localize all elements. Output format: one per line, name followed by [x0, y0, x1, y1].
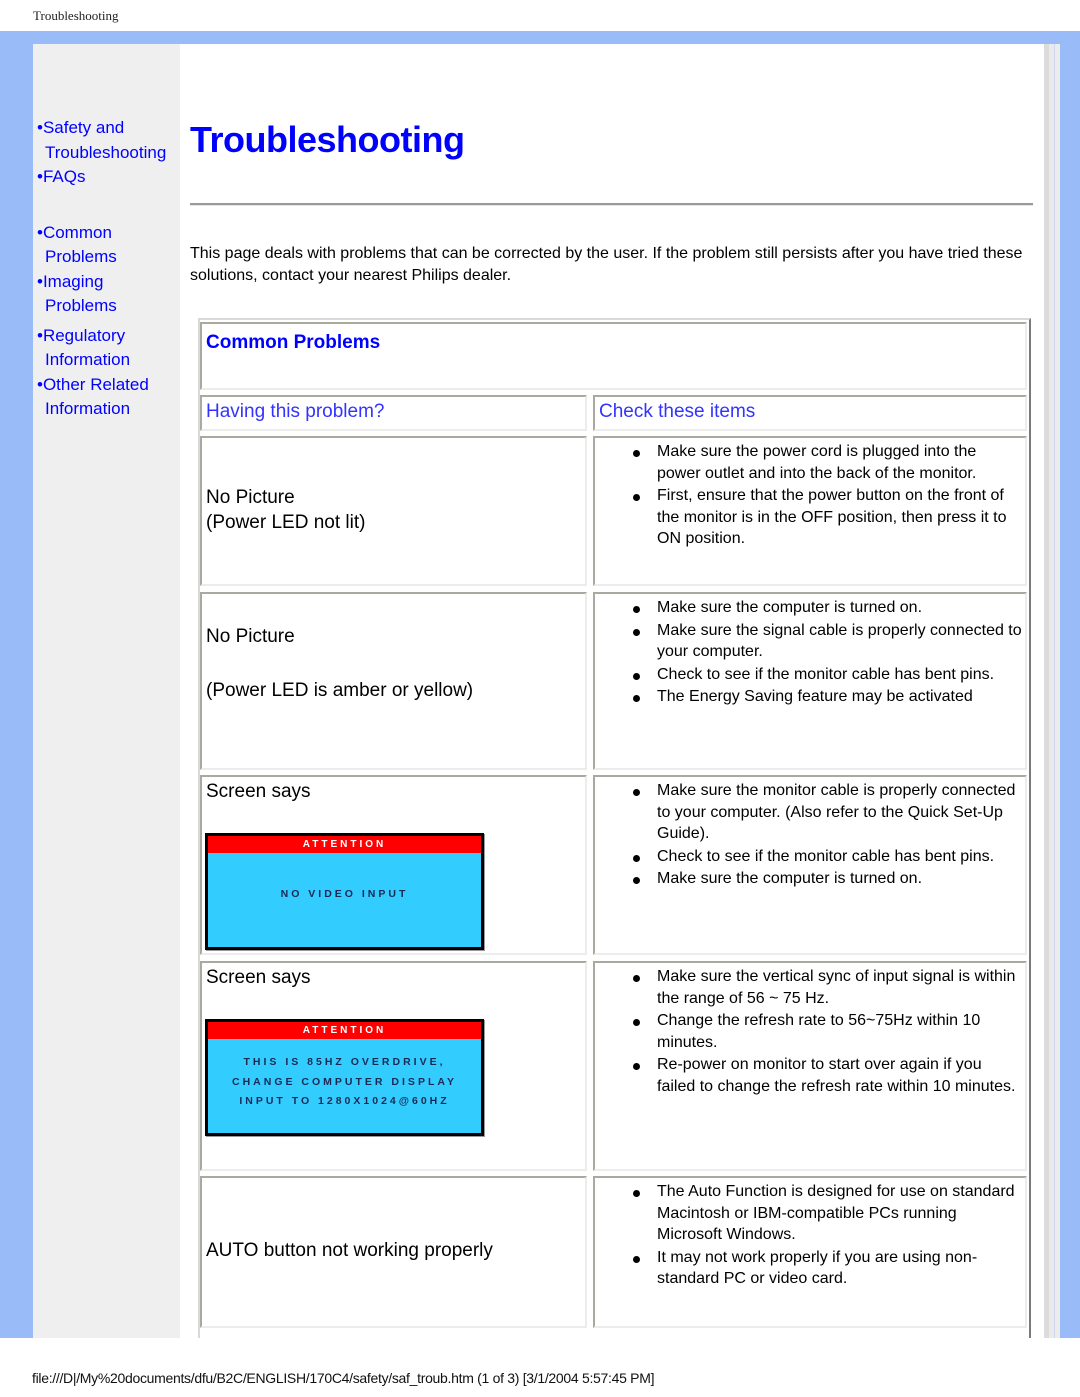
column-header-label: Having this problem?: [206, 401, 385, 422]
check-list: Make sure the monitor cable is properly …: [631, 780, 1023, 891]
check-item: The Auto Function is designed for use on…: [631, 1181, 1023, 1246]
nav-link-label-cont: Problems: [45, 247, 117, 266]
osd-message-image: ATTENTION NO VIDEO INPUT: [205, 833, 484, 950]
osd-message-line: INPUT TO 1280X1024@60HZ: [239, 1095, 450, 1107]
check-item: The Energy Saving feature may be activat…: [631, 686, 1023, 708]
check-item: Make sure the computer is turned on.: [631, 597, 1023, 619]
problem-line: (Power LED not lit): [206, 512, 366, 533]
osd-message-line: THIS IS 85HZ OVERDRIVE,: [243, 1056, 446, 1068]
problem-line: No Picture: [206, 487, 295, 508]
problem-cell: AUTO button not working properly: [200, 1176, 587, 1328]
problem-line-gap: [206, 649, 473, 678]
problem-line: Screen says: [206, 781, 311, 802]
osd-header: ATTENTION: [208, 1022, 481, 1039]
osd-message-line: CHANGE COMPUTER DISPLAY: [232, 1075, 457, 1088]
check-item: Make sure the signal cable is properly c…: [631, 620, 1023, 663]
check-item: Make sure the vertical sync of input sig…: [631, 966, 1023, 1009]
problem-line: (Power LED is amber or yellow): [206, 680, 474, 701]
nav-list: •Safety and Troubleshooting •FAQs •Commo…: [37, 116, 166, 427]
nav-link-label-cont: Information: [45, 350, 131, 369]
osd-body: NO VIDEO INPUT: [208, 853, 481, 905]
problem-cell: Screen says ATTENTION NO VIDEO INPUT: [200, 775, 587, 955]
nav-link-label: •Regulatory: [37, 325, 126, 345]
nav-group: •Common Problems •Imaging Problems: [37, 221, 166, 319]
section-title: Common Problems: [206, 332, 381, 353]
check-item: Make sure the monitor cable is properly …: [631, 780, 1023, 845]
check-cell: The Auto Function is designed for use on…: [593, 1176, 1027, 1328]
check-cell: Make sure the monitor cable is properly …: [593, 775, 1027, 955]
nav-link-imaging-problems[interactable]: •Imaging Problems: [37, 270, 166, 319]
scrollbar-track[interactable]: [1044, 44, 1060, 1338]
problem-text: No Picture (Power LED not lit): [206, 485, 365, 535]
nav-link-regulatory-information[interactable]: •Regulatory Information: [37, 324, 166, 373]
check-list: Make sure the vertical sync of input sig…: [631, 966, 1023, 1099]
section-title-cell: Common Problems: [200, 322, 1027, 390]
check-item: It may not work properly if you are usin…: [631, 1247, 1023, 1290]
problem-text: No Picture (Power LED is amber or yellow…: [206, 624, 473, 703]
check-list: Make sure the power cord is plugged into…: [631, 441, 1023, 551]
problem-cell: Screen says ATTENTION THIS IS 85HZ OVERD…: [200, 961, 587, 1171]
problem-cell: No Picture (Power LED is amber or yellow…: [200, 592, 587, 770]
check-item: Check to see if the monitor cable has be…: [631, 664, 1023, 686]
sidebar-nav: •Safety and Troubleshooting •FAQs •Commo…: [33, 44, 180, 1338]
check-item: Make sure the computer is turned on.: [631, 868, 1023, 890]
nav-group: •Safety and Troubleshooting •FAQs: [37, 116, 166, 190]
check-list: The Auto Function is designed for use on…: [631, 1181, 1023, 1291]
nav-link-label-cont: Problems: [45, 296, 117, 315]
nav-link-label-cont: Information: [45, 399, 131, 418]
check-item: Check to see if the monitor cable has be…: [631, 846, 1023, 868]
problem-text: Screen says: [206, 779, 311, 804]
nav-link-faqs[interactable]: •FAQs: [37, 165, 166, 190]
nav-link-label: •Common: [37, 222, 112, 242]
check-cell: Make sure the vertical sync of input sig…: [593, 961, 1027, 1171]
nav-link-label: •Safety and: [37, 118, 125, 137]
problem-text: AUTO button not working properly: [206, 1238, 493, 1263]
check-item: First, ensure that the power button on t…: [631, 485, 1023, 550]
nav-link-safety-troubleshooting[interactable]: •Safety and Troubleshooting: [37, 116, 166, 165]
check-item: Re-power on monitor to start over again …: [631, 1054, 1023, 1097]
problem-line: AUTO button not working properly: [206, 1240, 493, 1261]
title-divider: [190, 203, 1033, 206]
nav-link-label: •FAQs: [37, 167, 86, 186]
nav-link-label: •Imaging: [37, 271, 104, 291]
osd-body: THIS IS 85HZ OVERDRIVE, CHANGE COMPUTER …: [208, 1039, 481, 1112]
osd-message-image: ATTENTION THIS IS 85HZ OVERDRIVE, CHANGE…: [205, 1019, 484, 1136]
column-header-label: Check these items: [599, 401, 756, 422]
nav-link-label: •Other Related: [37, 374, 149, 394]
column-header-check: Check these items: [593, 395, 1027, 431]
check-item: Change the refresh rate to 56~75Hz withi…: [631, 1010, 1023, 1053]
problem-line: Screen says: [206, 967, 311, 988]
page-body: •Safety and Troubleshooting •FAQs •Commo…: [33, 44, 1060, 1338]
problem-text: Screen says: [206, 965, 311, 990]
osd-header: ATTENTION: [208, 836, 481, 853]
problem-line: No Picture: [206, 626, 295, 647]
intro-paragraph: This page deals with problems that can b…: [190, 245, 1023, 284]
column-header-problem: Having this problem?: [200, 395, 587, 431]
osd-message-line: NO VIDEO INPUT: [280, 888, 409, 900]
page-footer-url: file:///D|/My%20documents/dfu/B2C/ENGLIS…: [32, 1370, 655, 1386]
problems-table: Common Problems Having this problem? Che…: [198, 318, 1031, 1338]
nav-link-label-cont: Troubleshooting: [45, 142, 167, 162]
page-header: Troubleshooting: [33, 8, 119, 23]
problem-cell: No Picture (Power LED not lit): [200, 436, 587, 586]
check-cell: Make sure the computer is turned on. Mak…: [593, 592, 1027, 770]
nav-link-common-problems[interactable]: •Common Problems: [37, 221, 166, 270]
page-title: Troubleshooting: [190, 119, 465, 160]
page-frame: •Safety and Troubleshooting •FAQs •Commo…: [0, 31, 1080, 1338]
check-cell: Make sure the power cord is plugged into…: [593, 436, 1027, 586]
nav-link-other-related-information[interactable]: •Other Related Information: [37, 373, 166, 422]
check-item: Make sure the power cord is plugged into…: [631, 441, 1023, 484]
nav-group: •Regulatory Information •Other Related I…: [37, 324, 166, 422]
check-list: Make sure the computer is turned on. Mak…: [631, 597, 1023, 709]
